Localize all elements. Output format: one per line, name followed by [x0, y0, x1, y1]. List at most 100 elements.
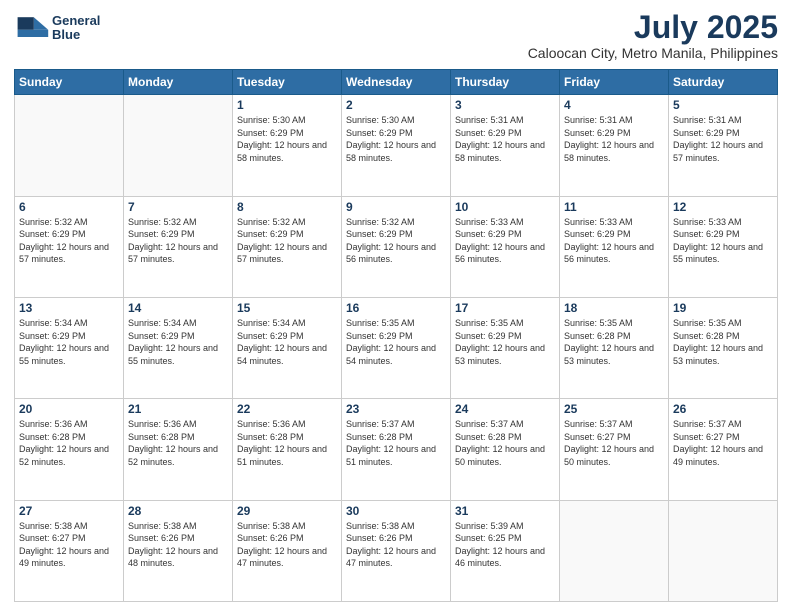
day-number: 22 — [237, 402, 337, 416]
day-number: 21 — [128, 402, 228, 416]
day-info: Sunrise: 5:34 AMSunset: 6:29 PMDaylight:… — [237, 317, 337, 367]
day-info: Sunrise: 5:38 AMSunset: 6:26 PMDaylight:… — [128, 520, 228, 570]
logo: General Blue — [14, 10, 100, 46]
day-number: 14 — [128, 301, 228, 315]
calendar-header-row: SundayMondayTuesdayWednesdayThursdayFrid… — [15, 70, 778, 95]
calendar-cell: 24 Sunrise: 5:37 AMSunset: 6:28 PMDayligh… — [451, 399, 560, 500]
calendar-cell: 15Sunrise: 5:34 AMSunset: 6:29 PMDayligh… — [233, 297, 342, 398]
calendar-cell — [669, 500, 778, 601]
calendar-cell: 23 Sunrise: 5:37 AMSunset: 6:28 PMDayligh… — [342, 399, 451, 500]
day-info: Sunrise: 5:31 AMSunset: 6:29 PMDaylight:… — [455, 114, 555, 164]
calendar-cell: 8 Sunrise: 5:32 AMSunset: 6:29 PMDaylight… — [233, 196, 342, 297]
day-info: Sunrise: 5:35 AMSunset: 6:28 PMDaylight:… — [673, 317, 773, 367]
logo-line2: Blue — [52, 28, 100, 42]
day-number: 25 — [564, 402, 664, 416]
day-info: Sunrise: 5:33 AMSunset: 6:29 PMDaylight:… — [673, 216, 773, 266]
day-number: 8 — [237, 200, 337, 214]
subtitle: Caloocan City, Metro Manila, Philippines — [528, 45, 778, 61]
page: General Blue July 2025 Caloocan City, Me… — [0, 0, 792, 612]
day-info: Sunrise: 5:30 AMSunset: 6:29 PMDaylight:… — [237, 114, 337, 164]
day-info: Sunrise: 5:35 AMSunset: 6:28 PMDaylight:… — [564, 317, 664, 367]
calendar-header-saturday: Saturday — [669, 70, 778, 95]
calendar-cell: 7Sunrise: 5:32 AMSunset: 6:29 PMDaylight… — [124, 196, 233, 297]
day-number: 6 — [19, 200, 119, 214]
day-info: Sunrise: 5:33 AMSunset: 6:29 PMDaylight:… — [455, 216, 555, 266]
calendar-cell: 3 Sunrise: 5:31 AMSunset: 6:29 PMDaylight… — [451, 95, 560, 196]
main-title: July 2025 — [528, 10, 778, 45]
calendar-cell: 5 Sunrise: 5:31 AMSunset: 6:29 PMDaylight… — [669, 95, 778, 196]
day-number: 3 — [455, 98, 555, 112]
calendar-cell: 20 Sunrise: 5:36 AMSunset: 6:28 PMDayligh… — [15, 399, 124, 500]
day-number: 4 — [564, 98, 664, 112]
calendar-cell: 18 Sunrise: 5:35 AMSunset: 6:28 PMDayligh… — [560, 297, 669, 398]
calendar-cell — [15, 95, 124, 196]
day-number: 1 — [237, 98, 337, 112]
calendar-week-row: 6 Sunrise: 5:32 AMSunset: 6:29 PMDaylight… — [15, 196, 778, 297]
calendar-cell: 25 Sunrise: 5:37 AMSunset: 6:27 PMDayligh… — [560, 399, 669, 500]
calendar-cell — [124, 95, 233, 196]
calendar-week-row: 1 Sunrise: 5:30 AMSunset: 6:29 PMDaylight… — [15, 95, 778, 196]
calendar-table: SundayMondayTuesdayWednesdayThursdayFrid… — [14, 69, 778, 602]
day-info: Sunrise: 5:38 AMSunset: 6:26 PMDaylight:… — [346, 520, 446, 570]
logo-text: General Blue — [52, 14, 100, 43]
calendar-cell: 17 Sunrise: 5:35 AMSunset: 6:29 PMDayligh… — [451, 297, 560, 398]
calendar-cell: 12 Sunrise: 5:33 AMSunset: 6:29 PMDayligh… — [669, 196, 778, 297]
calendar-header-sunday: Sunday — [15, 70, 124, 95]
day-number: 20 — [19, 402, 119, 416]
calendar-week-row: 20 Sunrise: 5:36 AMSunset: 6:28 PMDayligh… — [15, 399, 778, 500]
calendar-cell: 2 Sunrise: 5:30 AMSunset: 6:29 PMDaylight… — [342, 95, 451, 196]
calendar-header-wednesday: Wednesday — [342, 70, 451, 95]
day-number: 7 — [128, 200, 228, 214]
day-info: Sunrise: 5:35 AMSunset: 6:29 PMDaylight:… — [346, 317, 446, 367]
day-info: Sunrise: 5:32 AMSunset: 6:29 PMDaylight:… — [237, 216, 337, 266]
calendar-cell: 22 Sunrise: 5:36 AMSunset: 6:28 PMDayligh… — [233, 399, 342, 500]
day-info: Sunrise: 5:36 AMSunset: 6:28 PMDaylight:… — [128, 418, 228, 468]
day-info: Sunrise: 5:38 AMSunset: 6:27 PMDaylight:… — [19, 520, 119, 570]
day-number: 23 — [346, 402, 446, 416]
calendar-header-monday: Monday — [124, 70, 233, 95]
calendar-header-friday: Friday — [560, 70, 669, 95]
day-number: 10 — [455, 200, 555, 214]
day-number: 5 — [673, 98, 773, 112]
day-info: Sunrise: 5:31 AMSunset: 6:29 PMDaylight:… — [564, 114, 664, 164]
calendar-cell: 30Sunrise: 5:38 AMSunset: 6:26 PMDayligh… — [342, 500, 451, 601]
calendar-week-row: 13Sunrise: 5:34 AMSunset: 6:29 PMDayligh… — [15, 297, 778, 398]
calendar-cell: 6Sunrise: 5:32 AMSunset: 6:29 PMDaylight… — [15, 196, 124, 297]
day-info: Sunrise: 5:36 AMSunset: 6:28 PMDaylight:… — [237, 418, 337, 468]
day-info: Sunrise: 5:36 AMSunset: 6:28 PMDaylight:… — [19, 418, 119, 468]
day-number: 27 — [19, 504, 119, 518]
day-info: Sunrise: 5:39 AMSunset: 6:25 PMDaylight:… — [455, 520, 555, 570]
day-info: Sunrise: 5:30 AMSunset: 6:29 PMDaylight:… — [346, 114, 446, 164]
calendar-cell: 27 Sunrise: 5:38 AMSunset: 6:27 PMDayligh… — [15, 500, 124, 601]
day-number: 26 — [673, 402, 773, 416]
header: General Blue July 2025 Caloocan City, Me… — [14, 10, 778, 61]
logo-icon — [14, 10, 50, 46]
day-number: 12 — [673, 200, 773, 214]
logo-line1: General — [52, 14, 100, 28]
day-number: 17 — [455, 301, 555, 315]
calendar-cell: 13Sunrise: 5:34 AMSunset: 6:29 PMDayligh… — [15, 297, 124, 398]
day-number: 18 — [564, 301, 664, 315]
day-number: 9 — [346, 200, 446, 214]
day-info: Sunrise: 5:34 AMSunset: 6:29 PMDaylight:… — [128, 317, 228, 367]
day-number: 29 — [237, 504, 337, 518]
day-info: Sunrise: 5:38 AMSunset: 6:26 PMDaylight:… — [237, 520, 337, 570]
day-info: Sunrise: 5:35 AMSunset: 6:29 PMDaylight:… — [455, 317, 555, 367]
calendar-cell: 4 Sunrise: 5:31 AMSunset: 6:29 PMDaylight… — [560, 95, 669, 196]
calendar-week-row: 27 Sunrise: 5:38 AMSunset: 6:27 PMDayligh… — [15, 500, 778, 601]
day-number: 2 — [346, 98, 446, 112]
day-number: 24 — [455, 402, 555, 416]
calendar-cell: 14 Sunrise: 5:34 AMSunset: 6:29 PMDayligh… — [124, 297, 233, 398]
calendar-cell: 10 Sunrise: 5:33 AMSunset: 6:29 PMDayligh… — [451, 196, 560, 297]
calendar-header-thursday: Thursday — [451, 70, 560, 95]
day-info: Sunrise: 5:31 AMSunset: 6:29 PMDaylight:… — [673, 114, 773, 164]
day-info: Sunrise: 5:37 AMSunset: 6:27 PMDaylight:… — [673, 418, 773, 468]
day-number: 28 — [128, 504, 228, 518]
day-info: Sunrise: 5:37 AMSunset: 6:27 PMDaylight:… — [564, 418, 664, 468]
title-block: July 2025 Caloocan City, Metro Manila, P… — [528, 10, 778, 61]
day-info: Sunrise: 5:37 AMSunset: 6:28 PMDaylight:… — [346, 418, 446, 468]
day-info: Sunrise: 5:32 AMSunset: 6:29 PMDaylight:… — [346, 216, 446, 266]
calendar-cell — [560, 500, 669, 601]
day-info: Sunrise: 5:37 AMSunset: 6:28 PMDaylight:… — [455, 418, 555, 468]
day-number: 11 — [564, 200, 664, 214]
